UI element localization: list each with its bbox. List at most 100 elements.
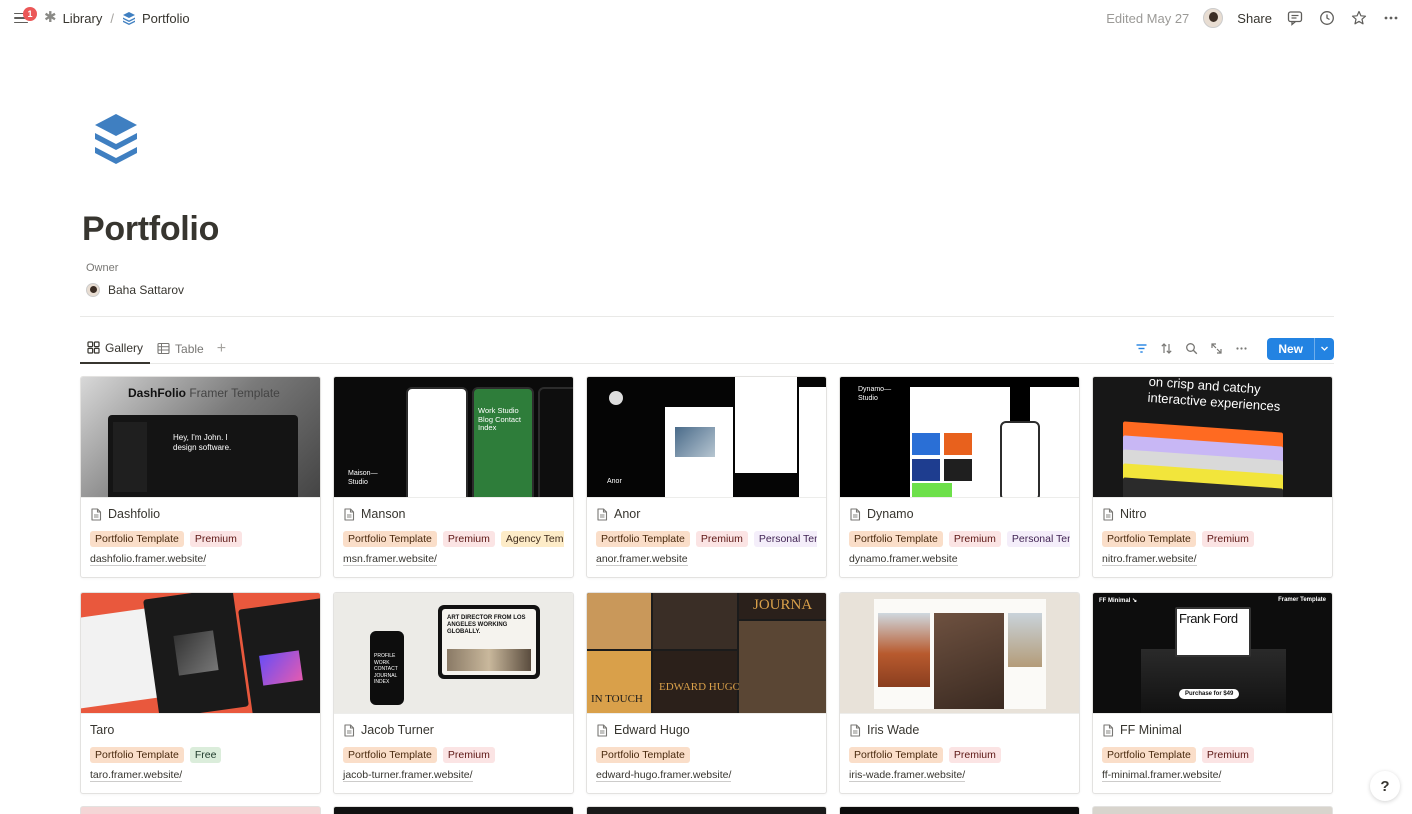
search-icon[interactable] xyxy=(1184,342,1198,356)
card-url[interactable]: edward-hugo.framer.website/ xyxy=(596,769,817,782)
add-view-button[interactable]: + xyxy=(211,340,232,358)
history-icon[interactable] xyxy=(1318,9,1336,27)
gallery-card[interactable]: Dynamo— Studio Dynamo Portfolio Template… xyxy=(839,376,1080,578)
card-url[interactable]: ff-minimal.framer.website/ xyxy=(1102,769,1323,782)
star-icon[interactable] xyxy=(1350,9,1368,27)
gallery-card[interactable]: Taro Portfolio Template Free taro.framer.… xyxy=(80,592,321,794)
gallery-card[interactable]: FF Minimal ↘ Framer Template Frank Ford … xyxy=(1092,592,1333,794)
chevron-down-icon[interactable] xyxy=(1314,337,1334,360)
cover-text: IN TOUCH xyxy=(591,693,643,705)
card-url[interactable]: msn.framer.website/ xyxy=(343,553,564,566)
card-cover: PROFILE WORK CONTACT JOURNAL INDEX ART D… xyxy=(334,593,573,714)
view-tabs: Gallery Table + New xyxy=(80,334,1334,364)
breadcrumb-label: Library xyxy=(62,10,103,26)
breadcrumb: ✱ Library / Portfolio xyxy=(44,9,190,26)
cover-text: PROFILE WORK CONTACT JOURNAL INDEX xyxy=(374,653,398,685)
cover-text: JOURNA xyxy=(753,597,813,613)
gallery-card[interactable] xyxy=(333,806,574,814)
tab-gallery[interactable]: Gallery xyxy=(80,334,151,364)
breadcrumb-portfolio[interactable]: Portfolio xyxy=(122,11,190,26)
breadcrumb-label: Portfolio xyxy=(141,10,190,26)
cover-text: Work Studio Blog Contact Index xyxy=(478,406,521,432)
gallery-card[interactable] xyxy=(1092,806,1333,814)
tag-badge: Portfolio Template xyxy=(596,747,690,763)
avatar[interactable] xyxy=(1203,8,1224,28)
stack-icon[interactable] xyxy=(90,112,142,172)
owner-property-value[interactable]: Baha Sattarov xyxy=(86,283,184,297)
asterisk-icon: ✱ xyxy=(44,9,57,26)
page-icon xyxy=(343,723,355,737)
expand-icon[interactable] xyxy=(1209,342,1223,356)
card-title: FF Minimal xyxy=(1120,723,1182,737)
comment-icon[interactable] xyxy=(1286,9,1304,27)
card-tags: Portfolio Template Free xyxy=(90,747,311,763)
owner-name: Baha Sattarov xyxy=(108,283,185,297)
tag-badge: Premium xyxy=(948,747,1001,763)
gallery-card[interactable]: Anor Anor Portfolio Template Premium Perso… xyxy=(586,376,827,578)
breadcrumb-library[interactable]: ✱ Library xyxy=(44,9,103,26)
card-url[interactable]: taro.framer.website/ xyxy=(90,769,311,782)
cover-text: Framer Template xyxy=(1278,597,1326,603)
share-button[interactable]: Share xyxy=(1237,11,1272,26)
page-icon xyxy=(849,723,861,737)
avatar xyxy=(86,283,100,297)
gallery-card[interactable]: Iris Wade Portfolio Template Premium iris… xyxy=(839,592,1080,794)
card-url[interactable]: dashfolio.framer.website/ xyxy=(90,553,311,566)
card-title: Manson xyxy=(361,507,406,521)
card-url[interactable]: dynamo.framer.website xyxy=(849,553,1070,566)
tag-badge: Portfolio Template xyxy=(596,531,690,547)
stack-icon xyxy=(122,12,135,25)
tag-badge: Premium xyxy=(1201,747,1254,763)
new-button[interactable]: New xyxy=(1267,337,1314,360)
cover-text: Anor xyxy=(607,478,622,485)
gallery-card[interactable]: DashFolio Framer Template Hey, I'm John.… xyxy=(80,376,321,578)
tag-badge: Agency Template xyxy=(500,531,564,547)
card-tags: Portfolio Template Premium xyxy=(849,747,1070,763)
gallery-card[interactable]: PROFILE WORK CONTACT JOURNAL INDEX ART D… xyxy=(333,592,574,794)
topbar: 1 ✱ Library / Portfolio Edited May 27 Sh… xyxy=(0,0,1412,36)
cover-text: Dynamo— Studio xyxy=(858,386,892,402)
tag-badge: Premium xyxy=(442,747,495,763)
more-icon[interactable] xyxy=(1382,9,1400,27)
card-title: Taro xyxy=(90,723,115,737)
card-url[interactable]: nitro.framer.website/ xyxy=(1102,553,1323,566)
gallery-card[interactable]: Maison— Studio Work Studio Blog Contact … xyxy=(333,376,574,578)
cover-text: EDWARD HUGO xyxy=(659,681,741,693)
edited-timestamp: Edited May 27 xyxy=(1106,10,1190,26)
sidebar-menu-button[interactable]: 1 xyxy=(14,7,37,28)
card-url[interactable]: anor.framer.website xyxy=(596,553,817,566)
tag-badge: Premium xyxy=(948,531,1001,547)
gallery-card[interactable] xyxy=(80,806,321,814)
help-button[interactable]: ? xyxy=(1370,771,1400,801)
card-tags: Portfolio Template Premium xyxy=(343,747,564,763)
new-button-group: New xyxy=(1267,337,1334,360)
filter-icon[interactable] xyxy=(1134,342,1148,356)
cover-text: on crisp and catchy interactive experien… xyxy=(1147,377,1281,415)
tab-table[interactable]: Table xyxy=(150,334,211,364)
card-cover xyxy=(840,593,1079,714)
sort-icon[interactable] xyxy=(1159,342,1173,356)
card-url[interactable]: jacob-turner.framer.website/ xyxy=(343,769,564,782)
card-title: Iris Wade xyxy=(867,723,920,737)
gallery-card[interactable] xyxy=(586,806,827,814)
card-tags: Portfolio Template Premium Agency Template xyxy=(343,531,564,547)
page-title[interactable]: Portfolio xyxy=(82,210,219,249)
card-cover: FF Minimal ↘ Framer Template Frank Ford … xyxy=(1093,593,1332,714)
tag-badge: Portfolio Template xyxy=(343,747,437,763)
gallery-card[interactable]: JOURNA IN TOUCH EDWARD HUGO Edward Hugo … xyxy=(586,592,827,794)
gallery-card[interactable] xyxy=(839,806,1080,814)
card-url[interactable]: iris-wade.framer.website/ xyxy=(849,769,1070,782)
gallery-card[interactable]: on crisp and catchy interactive experien… xyxy=(1092,376,1333,578)
more-icon[interactable] xyxy=(1234,342,1248,356)
cover-text: FF Minimal ↘ xyxy=(1099,598,1138,604)
cover-text: ART DIRECTOR FROM LOS ANGELES WORKING GL… xyxy=(447,615,526,635)
card-cover: Dynamo— Studio xyxy=(840,377,1079,498)
tab-label: Table xyxy=(175,341,204,356)
card-cover: Maison— Studio Work Studio Blog Contact … xyxy=(334,377,573,498)
card-title: Jacob Turner xyxy=(361,723,434,737)
card-title: Anor xyxy=(614,507,641,521)
card-title: Nitro xyxy=(1120,507,1147,521)
breadcrumb-separator: / xyxy=(110,10,114,26)
gallery-icon xyxy=(87,341,100,354)
page-icon xyxy=(849,507,861,521)
